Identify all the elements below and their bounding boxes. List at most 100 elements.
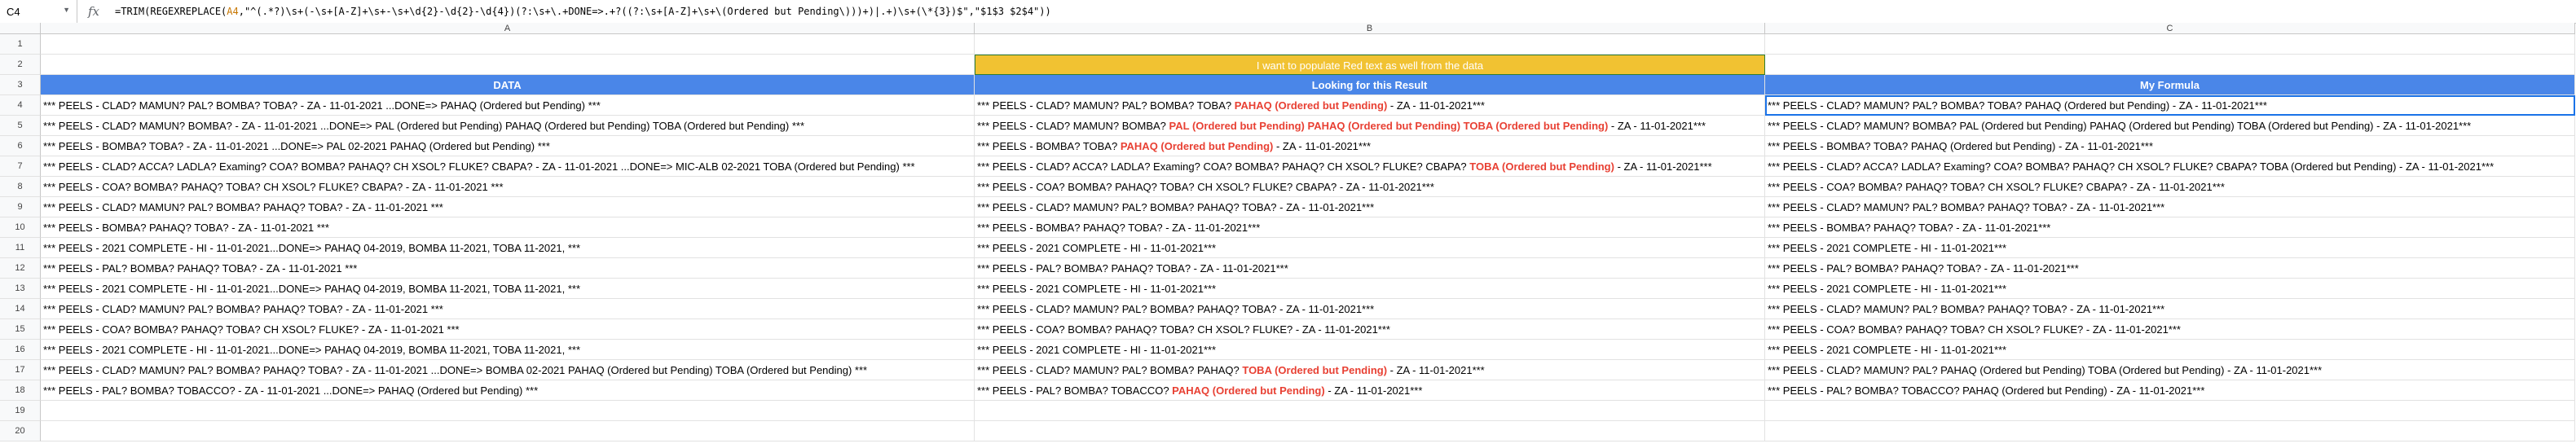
empty-cell[interactable] — [41, 421, 975, 441]
row-header[interactable]: 18 — [0, 380, 41, 401]
formula-cell[interactable]: *** PEELS - 2021 COMPLETE - HI - 11-01-2… — [1765, 340, 2575, 360]
row-header[interactable]: 20 — [0, 421, 41, 441]
formula-cell[interactable]: *** PEELS - PAL? BOMBA? TOBACCO? PAHAQ (… — [1765, 380, 2575, 401]
formula-cell[interactable]: *** PEELS - CLAD? MAMUN? PAL? BOMBA? PAH… — [1765, 299, 2575, 319]
data-cell[interactable]: *** PEELS - COA? BOMBA? PAHAQ? TOBA? CH … — [41, 177, 975, 197]
formula-cell[interactable]: *** PEELS - COA? BOMBA? PAHAQ? TOBA? CH … — [1765, 319, 2575, 340]
row-header[interactable]: 7 — [0, 156, 41, 177]
name-box[interactable]: C4 ▼ — [0, 0, 77, 23]
data-cell[interactable]: *** PEELS - CLAD? MAMUN? BOMBA? - ZA - 1… — [41, 116, 975, 136]
row-header[interactable]: 8 — [0, 177, 41, 197]
data-cell[interactable]: *** PEELS - CLAD? MAMUN? PAL? BOMBA? PAH… — [41, 299, 975, 319]
result-cell[interactable]: *** PEELS - COA? BOMBA? PAHAQ? TOBA? CH … — [975, 319, 1765, 340]
text-segment: - ZA - 11-01-2021*** — [1608, 120, 1706, 132]
header-cell-c[interactable]: My Formula — [1765, 75, 2575, 95]
row-header[interactable]: 11 — [0, 238, 41, 258]
formula-cell[interactable]: *** PEELS - CLAD? ACCA? LADLA? Examing? … — [1765, 156, 2575, 177]
row-header[interactable]: 6 — [0, 136, 41, 156]
formula-cell[interactable]: *** PEELS - CLAD? MAMUN? PAL? BOMBA? TOB… — [1765, 95, 2575, 116]
formula-cell[interactable]: *** PEELS - CLAD? MAMUN? PAL? BOMBA? PAH… — [1765, 197, 2575, 217]
result-cell[interactable]: *** PEELS - PAL? BOMBA? TOBACCO? PAHAQ (… — [975, 380, 1765, 401]
data-cell[interactable]: *** PEELS - PAL? BOMBA? PAHAQ? TOBA? - Z… — [41, 258, 975, 279]
empty-cell[interactable] — [1765, 55, 2575, 75]
row-header[interactable]: 3 — [0, 75, 41, 95]
empty-cell[interactable] — [1765, 421, 2575, 441]
result-cell[interactable]: *** PEELS - BOMBA? TOBA? PAHAQ (Ordered … — [975, 136, 1765, 156]
data-cell[interactable]: *** PEELS - CLAD? MAMUN? PAL? BOMBA? PAH… — [41, 360, 975, 380]
red-text-segment: TOBA (Ordered but Pending) — [1242, 364, 1388, 376]
data-cell[interactable]: *** PEELS - COA? BOMBA? PAHAQ? TOBA? CH … — [41, 319, 975, 340]
result-cell[interactable]: *** PEELS - COA? BOMBA? PAHAQ? TOBA? CH … — [975, 177, 1765, 197]
row-header[interactable]: 9 — [0, 197, 41, 217]
result-cell[interactable]: *** PEELS - CLAD? MAMUN? PAL? BOMBA? PAH… — [975, 299, 1765, 319]
data-cell[interactable]: *** PEELS - CLAD? MAMUN? PAL? BOMBA? TOB… — [41, 95, 975, 116]
result-cell[interactable]: *** PEELS - CLAD? MAMUN? PAL? BOMBA? PAH… — [975, 360, 1765, 380]
formula-input[interactable]: =TRIM(REGEXREPLACE(A4,"^(.*?)\s+(-\s+[A-… — [110, 6, 1051, 17]
result-cell[interactable]: *** PEELS - 2021 COMPLETE - HI - 11-01-2… — [975, 238, 1765, 258]
row-header[interactable]: 13 — [0, 279, 41, 299]
formula-cell[interactable]: *** PEELS - PAL? BOMBA? PAHAQ? TOBA? - Z… — [1765, 258, 2575, 279]
result-cell[interactable]: *** PEELS - BOMBA? PAHAQ? TOBA? - ZA - 1… — [975, 217, 1765, 238]
result-cell[interactable]: *** PEELS - CLAD? MAMUN? BOMBA? PAL (Ord… — [975, 116, 1765, 136]
row-header[interactable]: 19 — [0, 401, 41, 421]
text-segment: *** PEELS - CLAD? MAMUN? BOMBA? — [977, 120, 1169, 132]
column-header-a[interactable]: A — [41, 23, 975, 34]
result-cell[interactable]: *** PEELS - PAL? BOMBA? PAHAQ? TOBA? - Z… — [975, 258, 1765, 279]
formula-prefix: =TRIM(REGEXREPLACE( — [115, 6, 227, 17]
empty-cell[interactable] — [1765, 34, 2575, 55]
column-header-b[interactable]: B — [975, 23, 1765, 34]
chevron-down-icon[interactable]: ▼ — [63, 6, 70, 14]
row-header[interactable]: 17 — [0, 360, 41, 380]
data-cell[interactable]: *** PEELS - CLAD? MAMUN? PAL? BOMBA? PAH… — [41, 197, 975, 217]
row-header[interactable]: 15 — [0, 319, 41, 340]
empty-cell[interactable] — [975, 421, 1765, 441]
formula-cell[interactable]: *** PEELS - CLAD? MAMUN? PAL? PAHAQ (Ord… — [1765, 360, 2575, 380]
column-header-c[interactable]: C — [1765, 23, 2575, 34]
row-header[interactable]: 4 — [0, 95, 41, 116]
row-header[interactable]: 2 — [0, 55, 41, 75]
data-cell[interactable]: *** PEELS - 2021 COMPLETE - HI - 11-01-2… — [41, 340, 975, 360]
text-segment: - ZA - 11-01-2021*** — [1387, 99, 1485, 112]
formula-cell[interactable]: *** PEELS - BOMBA? TOBA? PAHAQ (Ordered … — [1765, 136, 2575, 156]
text-segment: - ZA - 11-01-2021*** — [1273, 140, 1372, 152]
formula-bar: C4 ▼ fx =TRIM(REGEXREPLACE(A4,"^(.*?)\s+… — [0, 0, 2576, 24]
result-cell[interactable]: *** PEELS - CLAD? MAMUN? PAL? BOMBA? TOB… — [975, 95, 1765, 116]
empty-cell[interactable] — [41, 55, 975, 75]
row-header[interactable]: 10 — [0, 217, 41, 238]
text-segment: *** PEELS - CLAD? MAMUN? PAL? BOMBA? TOB… — [977, 99, 1235, 112]
formula-cell[interactable]: *** PEELS - COA? BOMBA? PAHAQ? TOBA? CH … — [1765, 177, 2575, 197]
note-cell[interactable]: I want to populate Red text as well from… — [975, 55, 1765, 75]
result-cell[interactable]: *** PEELS - 2021 COMPLETE - HI - 11-01-2… — [975, 340, 1765, 360]
fx-icon: fx — [87, 4, 99, 19]
data-cell[interactable]: *** PEELS - 2021 COMPLETE - HI - 11-01-2… — [41, 279, 975, 299]
result-cell[interactable]: *** PEELS - 2021 COMPLETE - HI - 11-01-2… — [975, 279, 1765, 299]
empty-cell[interactable] — [975, 401, 1765, 421]
text-segment: *** PEELS - CLAD? MAMUN? PAL? BOMBA? PAH… — [977, 201, 1375, 213]
header-cell-a[interactable]: DATA — [41, 75, 975, 95]
formula-cell[interactable]: *** PEELS - 2021 COMPLETE - HI - 11-01-2… — [1765, 279, 2575, 299]
row-header[interactable]: 5 — [0, 116, 41, 136]
data-cell[interactable]: *** PEELS - CLAD? ACCA? LADLA? Examing? … — [41, 156, 975, 177]
select-all-corner[interactable] — [0, 23, 41, 34]
row-header[interactable]: 16 — [0, 340, 41, 360]
result-cell[interactable]: *** PEELS - CLAD? MAMUN? PAL? BOMBA? PAH… — [975, 197, 1765, 217]
data-cell[interactable]: *** PEELS - 2021 COMPLETE - HI - 11-01-2… — [41, 238, 975, 258]
row-header[interactable]: 1 — [0, 34, 41, 55]
text-segment: *** PEELS - CLAD? ACCA? LADLA? Examing? … — [977, 160, 1470, 173]
header-cell-b[interactable]: Looking for this Result — [975, 75, 1765, 95]
red-text-segment: PAHAQ (Ordered but Pending) — [1120, 140, 1274, 152]
formula-cell[interactable]: *** PEELS - CLAD? MAMUN? BOMBA? PAL (Ord… — [1765, 116, 2575, 136]
formula-cell[interactable]: *** PEELS - BOMBA? PAHAQ? TOBA? - ZA - 1… — [1765, 217, 2575, 238]
formula-cell[interactable]: *** PEELS - 2021 COMPLETE - HI - 11-01-2… — [1765, 238, 2575, 258]
row-header[interactable]: 12 — [0, 258, 41, 279]
result-cell[interactable]: *** PEELS - CLAD? ACCA? LADLA? Examing? … — [975, 156, 1765, 177]
data-cell[interactable]: *** PEELS - BOMBA? PAHAQ? TOBA? - ZA - 1… — [41, 217, 975, 238]
empty-cell[interactable] — [41, 401, 975, 421]
data-cell[interactable]: *** PEELS - PAL? BOMBA? TOBACCO? - ZA - … — [41, 380, 975, 401]
empty-cell[interactable] — [975, 34, 1765, 55]
text-segment: *** PEELS - CLAD? MAMUN? PAL? BOMBA? PAH… — [977, 303, 1375, 315]
empty-cell[interactable] — [1765, 401, 2575, 421]
row-header[interactable]: 14 — [0, 299, 41, 319]
data-cell[interactable]: *** PEELS - BOMBA? TOBA? - ZA - 11-01-20… — [41, 136, 975, 156]
empty-cell[interactable] — [41, 34, 975, 55]
